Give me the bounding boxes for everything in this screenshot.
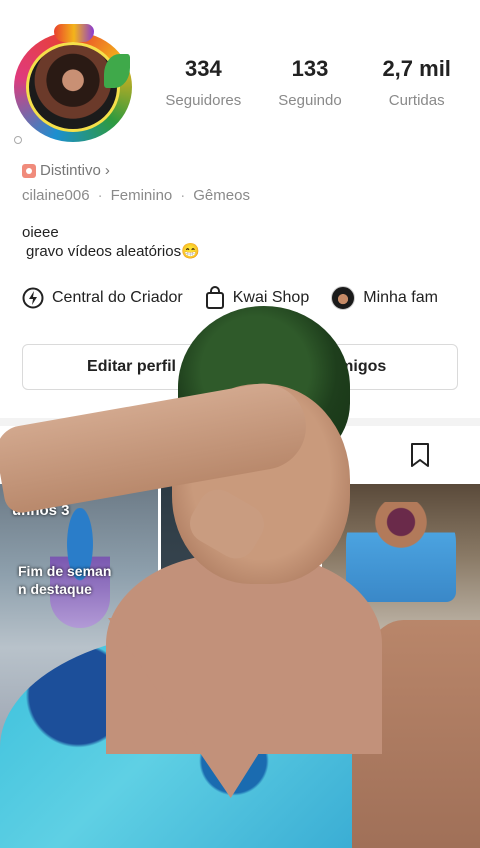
avatar-indicator	[14, 136, 22, 144]
likes-label: Curtidas	[388, 92, 445, 109]
lightning-icon	[22, 287, 44, 309]
stat-likes[interactable]: 2,7 mil Curtidas	[363, 56, 470, 109]
username: cilaine006	[22, 187, 90, 204]
zodiac-sign: Gêmeos	[193, 187, 250, 204]
kwai-shop-link[interactable]: Kwai Shop	[205, 286, 310, 310]
profile-stats: 334 Seguidores 133 Seguindo 2,7 mil Curt…	[150, 56, 470, 109]
badge-link[interactable]: Distintivo ›	[22, 162, 110, 179]
bio-line: gravo vídeos aleatórios😁	[26, 243, 200, 260]
following-count: 133	[291, 56, 329, 81]
caption-line: Fim de seman	[18, 563, 112, 579]
video-thumbnail[interactable]	[161, 484, 319, 848]
thumbnail-title: unnos 3	[12, 502, 70, 519]
separator: ·	[97, 187, 103, 204]
gender: Feminino	[110, 187, 173, 204]
creator-center-link[interactable]: Central do Criador	[22, 287, 183, 309]
profile-bio: oieee gravo vídeos aleatórios😁	[22, 223, 200, 261]
likes-count: 2,7 mil	[382, 56, 451, 81]
video-grid: unnos 3 Fim de seman n destaque	[0, 484, 480, 848]
separator: ·	[180, 187, 186, 204]
section-divider	[0, 418, 480, 426]
video-thumbnail[interactable]	[322, 484, 480, 848]
profile-avatar[interactable]	[14, 24, 134, 144]
badge-icon	[22, 163, 36, 178]
bio-line: oieee	[22, 224, 59, 241]
video-grid-icon[interactable]	[44, 444, 70, 466]
family-label: Minha fam	[363, 289, 438, 306]
stat-following[interactable]: 133 Seguindo	[257, 56, 364, 109]
chevron-right-icon: ›	[104, 162, 110, 179]
thumbnail-caption: Fim de seman n destaque	[18, 562, 111, 598]
carnival-mask-decoration	[54, 24, 94, 42]
stat-followers[interactable]: 334 Seguidores	[150, 56, 257, 109]
creator-tools-row: Central do Criador Kwai Shop Minha fam	[22, 284, 480, 312]
creator-center-label: Central do Criador	[52, 289, 183, 306]
family-link[interactable]: Minha fam	[331, 286, 438, 310]
video-thumbnail[interactable]: unnos 3 Fim de seman n destaque	[0, 484, 158, 848]
bookmark-icon[interactable]	[408, 442, 432, 468]
followers-label: Seguidores	[165, 92, 242, 109]
add-friends-button[interactable]: ar amigos	[240, 345, 457, 389]
shopping-bag-icon	[205, 286, 224, 309]
caption-line: n destaque	[18, 581, 92, 597]
kwai-shop-label: Kwai Shop	[232, 289, 310, 306]
profile-actions: Editar perfil ar amigos	[22, 344, 458, 390]
thumbnail-figure	[346, 502, 456, 602]
family-avatar	[331, 286, 356, 310]
followers-count: 334	[184, 56, 222, 81]
following-label: Seguindo	[278, 92, 342, 109]
content-tabs	[0, 434, 480, 478]
profile-meta: cilaine006 · Feminino · Gêmeos	[22, 187, 250, 204]
badge-label: Distintivo	[40, 162, 101, 179]
edit-profile-button[interactable]: Editar perfil	[23, 345, 240, 389]
